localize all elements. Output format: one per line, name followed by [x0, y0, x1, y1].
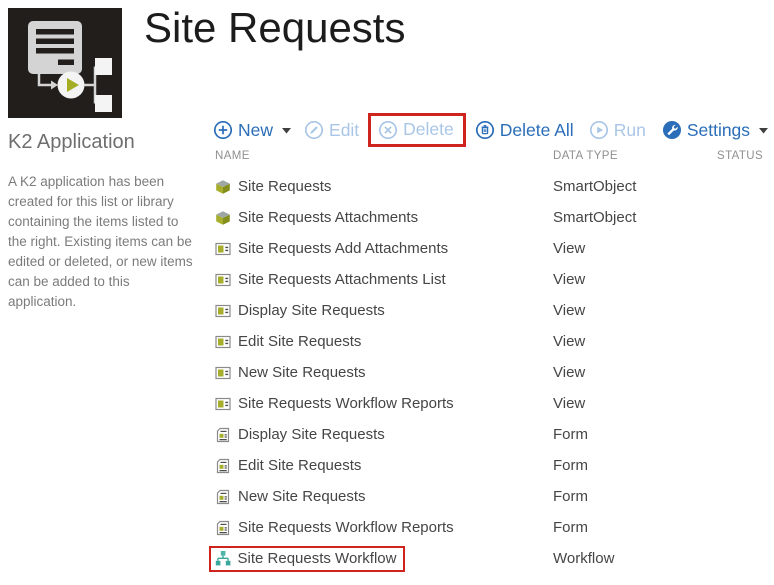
table-row[interactable]: Site Requests Attachments List View — [0, 264, 774, 295]
item-name: Site Requests Attachments — [238, 209, 419, 226]
wrench-circle-icon — [662, 121, 681, 139]
toolbar: New Edit Delete Delete All Run Settings — [213, 112, 774, 148]
edit-button[interactable]: Edit — [304, 120, 359, 141]
form-icon — [216, 427, 230, 442]
item-data-type: Form — [553, 457, 588, 474]
table-row[interactable]: Site Requests Workflow Workflow — [0, 543, 774, 574]
table-row[interactable]: Site Requests Workflow Reports View — [0, 388, 774, 419]
smartobject-icon — [216, 210, 230, 225]
table-row[interactable]: Display Site Requests View — [0, 295, 774, 326]
item-name: Display Site Requests — [238, 426, 385, 443]
run-button[interactable]: Run — [589, 120, 646, 141]
view-icon — [215, 397, 231, 410]
trash-circle-icon — [475, 120, 494, 140]
item-data-type: SmartObject — [553, 178, 637, 195]
item-name: Site Requests Workflow Reports — [238, 519, 454, 536]
delete-all-button-label: Delete All — [499, 119, 574, 140]
plus-circle-icon — [213, 120, 233, 140]
item-data-type: View — [553, 333, 586, 350]
item-name: Display Site Requests — [238, 302, 385, 319]
delete-button-label: Delete — [403, 119, 454, 139]
view-icon — [215, 335, 231, 348]
delete-button[interactable]: Delete — [378, 119, 454, 140]
smartobject-icon — [216, 179, 230, 194]
settings-button-label: Settings — [686, 119, 751, 140]
table-row[interactable]: Edit Site Requests Form — [0, 450, 774, 481]
item-name: Edit Site Requests — [238, 457, 362, 474]
item-table: Site Requests SmartObject Site Requests … — [0, 171, 774, 574]
pencil-circle-icon — [304, 120, 324, 140]
run-button-label: Run — [613, 119, 646, 140]
view-icon — [215, 273, 231, 286]
item-name: Site Requests Attachments List — [238, 271, 446, 288]
item-data-type: Form — [553, 426, 588, 443]
workflow-annotation-box: Site Requests Workflow — [208, 545, 406, 572]
item-data-type: View — [553, 271, 586, 288]
item-data-type: Form — [553, 488, 588, 505]
column-header-data-type: DATA TYPE — [553, 150, 618, 162]
item-name: New Site Requests — [238, 364, 366, 381]
table-row[interactable]: New Site Requests Form — [0, 481, 774, 512]
form-icon — [216, 458, 230, 473]
table-row[interactable]: New Site Requests View — [0, 357, 774, 388]
item-data-type: View — [553, 364, 586, 381]
table-row[interactable]: Site Requests Workflow Reports Form — [0, 512, 774, 543]
item-name: Site Requests Workflow — [237, 549, 397, 567]
item-data-type: View — [553, 302, 586, 319]
item-data-type: View — [553, 395, 586, 412]
view-icon — [215, 304, 231, 317]
table-row[interactable]: Site Requests SmartObject — [0, 171, 774, 202]
k2-application-logo-icon — [8, 8, 122, 118]
new-dropdown-caret-icon[interactable] — [282, 121, 292, 139]
column-header-name: NAME — [215, 150, 250, 162]
page-title: Site Requests — [144, 4, 406, 51]
item-name: Edit Site Requests — [238, 333, 362, 350]
settings-dropdown-caret-icon[interactable] — [759, 121, 769, 139]
sidebar-heading: K2 Application — [8, 131, 135, 153]
delete-all-button[interactable]: Delete All — [475, 120, 574, 141]
delete-annotation-box: Delete — [368, 113, 466, 147]
play-circle-icon — [589, 120, 608, 140]
workflow-icon — [215, 551, 230, 566]
form-icon — [216, 489, 230, 504]
view-icon — [215, 366, 231, 379]
settings-button[interactable]: Settings — [662, 120, 750, 141]
table-row[interactable]: Edit Site Requests View — [0, 326, 774, 357]
x-circle-icon — [379, 120, 398, 139]
table-row[interactable]: Display Site Requests Form — [0, 419, 774, 450]
item-name: New Site Requests — [238, 488, 366, 505]
table-row[interactable]: Site Requests Attachments SmartObject — [0, 202, 774, 233]
item-name: Site Requests Workflow Reports — [238, 395, 454, 412]
item-name: Site Requests — [238, 178, 332, 195]
item-data-type: View — [553, 240, 586, 257]
form-icon — [216, 520, 230, 535]
new-button[interactable]: New — [213, 120, 273, 141]
new-button-label: New — [238, 119, 274, 140]
item-data-type: SmartObject — [553, 209, 637, 226]
edit-button-label: Edit — [329, 119, 360, 140]
item-data-type: Workflow — [553, 550, 615, 567]
table-row[interactable]: Site Requests Add Attachments View — [0, 233, 774, 264]
view-icon — [215, 242, 231, 255]
item-name: Site Requests Add Attachments — [238, 240, 449, 257]
column-header-status: STATUS — [717, 150, 764, 162]
item-data-type: Form — [553, 519, 588, 536]
